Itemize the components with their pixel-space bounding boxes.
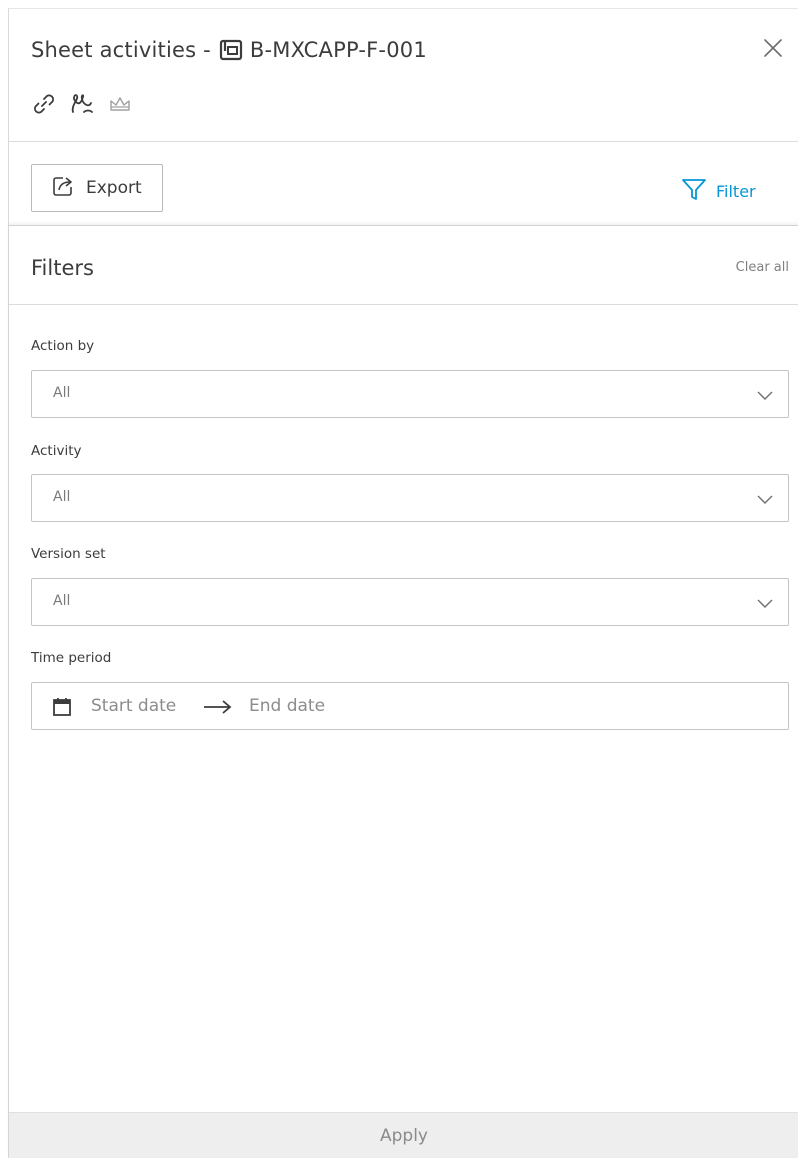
version-set-label: Version set: [31, 546, 106, 562]
sheet-icon: [219, 39, 243, 61]
action-by-select[interactable]: All: [31, 370, 789, 418]
action-by-label: Action by: [31, 338, 95, 354]
export-label: Export: [86, 178, 142, 198]
time-period-label: Time period: [31, 650, 112, 666]
header-icon-row: [31, 91, 133, 117]
export-icon: [52, 175, 74, 202]
sheet-activities-panel: Sheet activities - B-MXCAPP-F-001 Export…: [8, 8, 798, 1158]
activity-label: Activity: [31, 443, 82, 459]
activity-value: All: [53, 489, 71, 505]
filters-section: Filters Clear all Action by All Activity…: [9, 225, 798, 1158]
arrow-right-icon: [203, 698, 233, 716]
apply-button[interactable]: Apply: [9, 1112, 798, 1158]
activity-select[interactable]: All: [31, 474, 789, 522]
panel-header: Sheet activities - B-MXCAPP-F-001: [9, 9, 798, 142]
export-button[interactable]: Export: [31, 164, 163, 212]
start-date-input[interactable]: Start date: [91, 696, 176, 716]
chevron-down-icon: [756, 387, 774, 401]
markup-icon[interactable]: [69, 91, 95, 117]
calendar-icon[interactable]: [52, 697, 72, 717]
title-prefix: Sheet activities -: [31, 38, 211, 62]
filters-header: Filters Clear all: [9, 226, 798, 305]
filter-button[interactable]: Filter: [681, 176, 756, 206]
link-icon[interactable]: [31, 91, 57, 117]
sheet-name: B-MXCAPP-F-001: [249, 38, 427, 62]
panel-title: Sheet activities - B-MXCAPP-F-001: [31, 35, 427, 65]
date-range-picker: Start date End date: [31, 682, 789, 730]
chevron-down-icon: [756, 595, 774, 609]
clear-all-button[interactable]: Clear all: [736, 260, 789, 275]
version-set-value: All: [53, 593, 71, 609]
filters-title: Filters: [31, 256, 94, 280]
end-date-input[interactable]: End date: [249, 696, 325, 716]
toolbar: Export Filter: [9, 143, 798, 225]
action-by-value: All: [53, 385, 71, 401]
version-set-select[interactable]: All: [31, 578, 789, 626]
chevron-down-icon: [756, 491, 774, 505]
filter-label: Filter: [716, 181, 756, 201]
filter-icon: [681, 176, 707, 206]
crown-icon[interactable]: [107, 91, 133, 117]
close-icon[interactable]: [760, 35, 786, 61]
